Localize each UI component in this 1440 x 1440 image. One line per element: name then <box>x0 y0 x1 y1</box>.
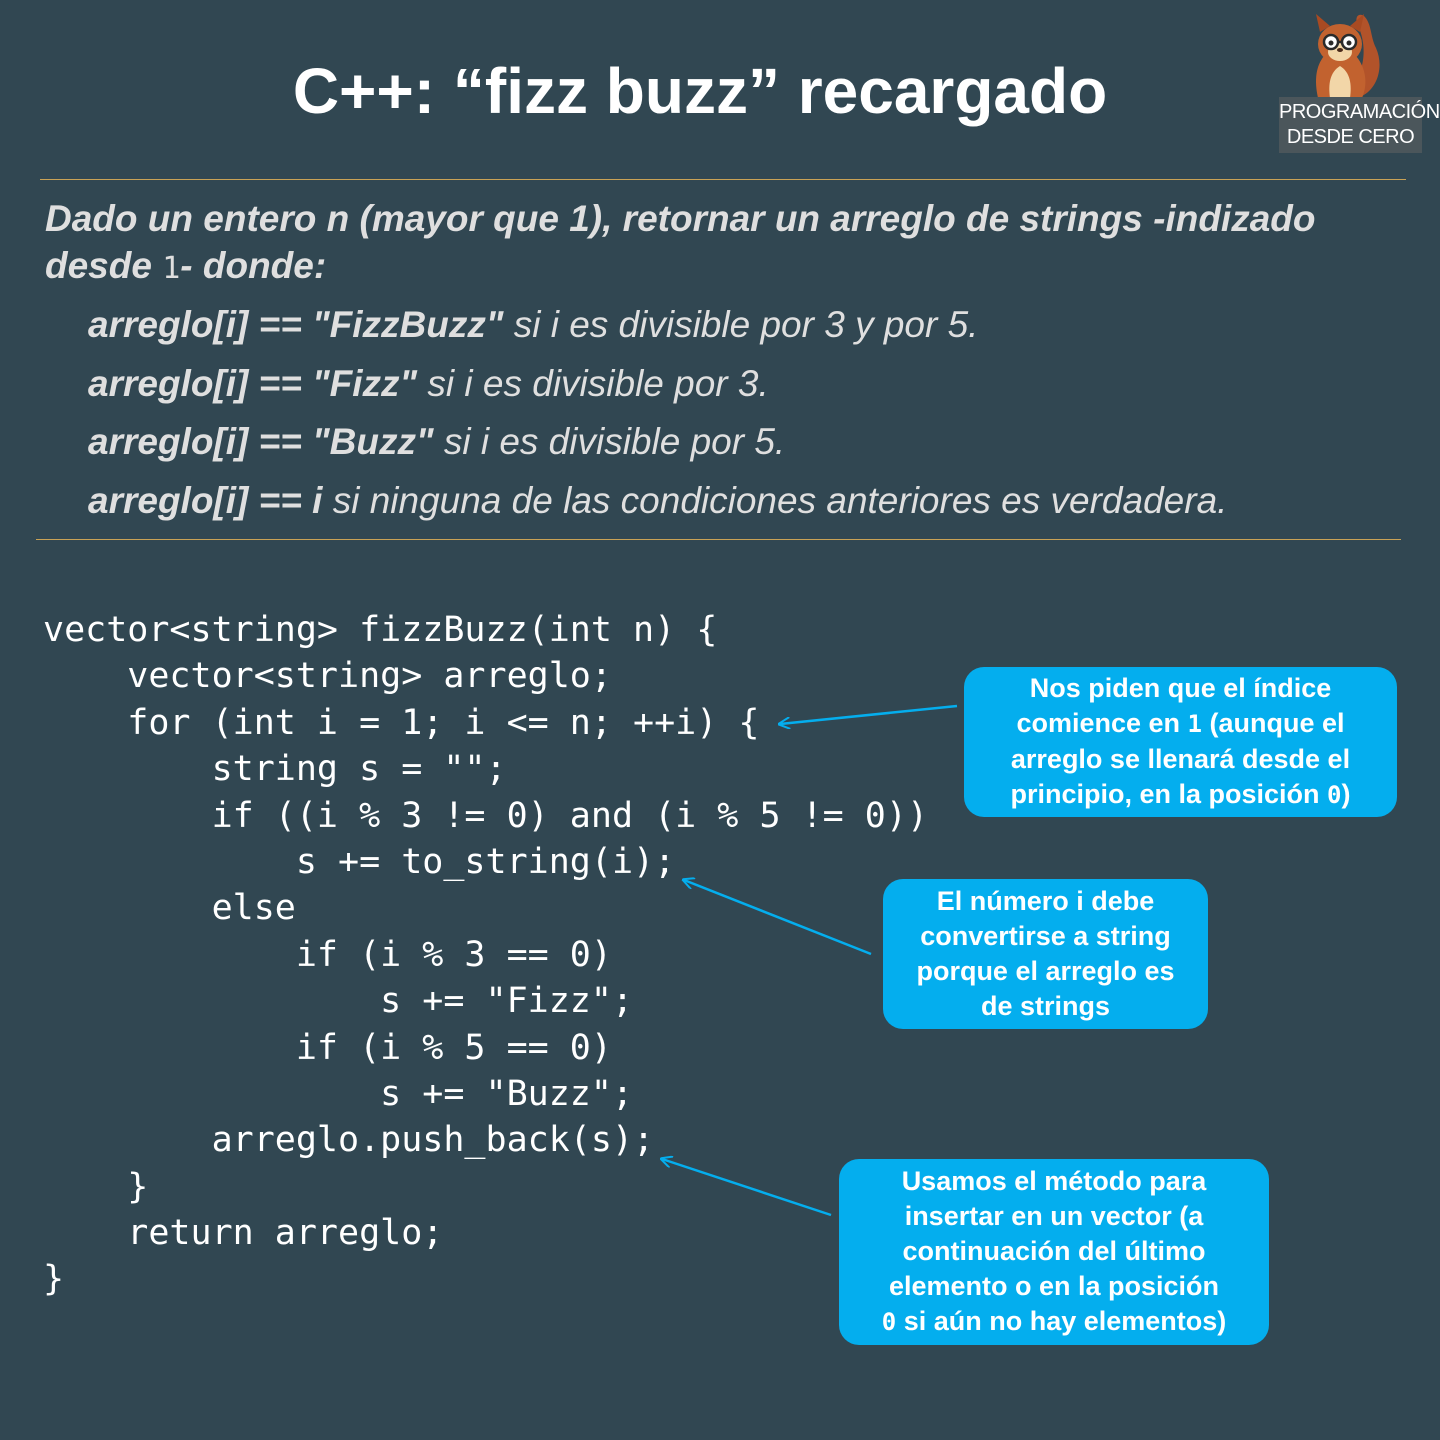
code-line: if (i % 3 == 0) <box>43 934 612 975</box>
code-line: } <box>43 1259 65 1300</box>
rule-expression: arreglo[i] == "Buzz" <box>88 421 434 462</box>
callout-number: 0 <box>1327 781 1342 809</box>
squirrel-mascot-icon <box>1316 14 1380 98</box>
callout-text: El número i debe <box>936 886 1155 916</box>
callout-text: porque el arreglo es <box>916 956 1175 986</box>
callout-text: si aún no hay elementos) <box>903 1306 1227 1336</box>
divider-bottom <box>36 539 1401 540</box>
rule-expression: arreglo[i] == i <box>88 479 323 521</box>
rule-description: si i es divisible por 3. <box>417 362 769 404</box>
rule-item: arreglo[i] == "Buzz" si i es divisible p… <box>88 413 1418 472</box>
callout-index-note: Nos piden que el índice comience en 1 (a… <box>964 667 1397 817</box>
code-block: vector<string> fizzBuzz(int n) { vector<… <box>43 607 928 1303</box>
code-line: if (i % 5 == 0) <box>43 1027 612 1068</box>
callout-text: convertirse a string <box>920 921 1171 951</box>
rule-item: arreglo[i] == "Fizz" si i es divisible p… <box>88 355 1418 414</box>
code-line: vector<string> arreglo; <box>43 656 612 697</box>
rule-expression: arreglo[i] == "Fizz" <box>88 362 418 404</box>
rule-description: si i es divisible por 5. <box>433 421 786 462</box>
callout-text: elemento o en la posición <box>888 1271 1220 1301</box>
code-line: string s = ""; <box>43 749 507 790</box>
code-line: arreglo.push_back(s); <box>43 1120 655 1161</box>
logo-line-2: DESDE CERO <box>1286 126 1415 148</box>
code-line: } <box>43 1166 149 1207</box>
code-line: s += to_string(i); <box>43 841 676 882</box>
divider-top <box>40 179 1406 180</box>
code-line: vector<string> fizzBuzz(int n) { <box>43 610 718 650</box>
callout-text: Nos piden que el índice <box>1029 673 1332 703</box>
code-line: return arreglo; <box>43 1213 444 1254</box>
code-line: for (int i = 1; i <= n; ++i) { <box>43 702 760 743</box>
callout-number: 1 <box>1187 710 1202 738</box>
rule-description: si i es divisible por 3 y por 5. <box>503 304 979 345</box>
problem-statement: Dado un entero n (mayor que 1), retornar… <box>45 195 1405 292</box>
rule-expression: arreglo[i] == "FizzBuzz" <box>88 304 504 345</box>
callout-text: arreglo se llenará desde el <box>1010 744 1351 774</box>
logo: PROGRAMACIÓN DESDE CERO <box>1279 8 1440 154</box>
statement-text-end: - donde: <box>180 245 327 286</box>
callout-text: de strings <box>980 991 1111 1021</box>
rule-description: si ninguna de las condiciones anteriores… <box>322 479 1228 521</box>
callout-text: ) <box>1341 779 1351 809</box>
callout-to-string-note: El número i debe convertirse a string po… <box>883 879 1208 1029</box>
callout-text: Usamos el método para <box>901 1166 1207 1196</box>
code-line: s += "Buzz"; <box>43 1073 634 1114</box>
logo-label: PROGRAMACIÓN DESDE CERO <box>1279 97 1440 153</box>
callout-push-back-note: Usamos el método para insertar en un vec… <box>839 1159 1269 1345</box>
slide: C++: “fizz buzz” recargado PROGRAMACIÓN … <box>0 0 1440 1440</box>
callout-text: (aunque el <box>1209 708 1345 738</box>
code-line: s += "Fizz"; <box>43 981 634 1022</box>
callout-text: insertar en un vector (a <box>904 1201 1204 1231</box>
rules-list: arreglo[i] == "FizzBuzz" si i es divisib… <box>88 296 1418 530</box>
callout-text: comience en <box>1016 708 1181 738</box>
code-line: else <box>43 888 296 929</box>
callout-text: principio, en la posición <box>1010 779 1320 809</box>
callout-number: 0 <box>881 1308 897 1336</box>
callout-text: continuación del último <box>902 1236 1206 1266</box>
logo-line-1: PROGRAMACIÓN <box>1279 101 1440 123</box>
rule-item: arreglo[i] == i si ninguna de las condic… <box>88 472 1418 531</box>
statement-number: 1 <box>162 251 181 286</box>
rule-item: arreglo[i] == "FizzBuzz" si i es divisib… <box>88 296 1418 355</box>
code-line: if ((i % 3 != 0) and (i % 5 != 0)) <box>43 795 929 836</box>
page-title: C++: “fizz buzz” recargado <box>292 55 1108 127</box>
